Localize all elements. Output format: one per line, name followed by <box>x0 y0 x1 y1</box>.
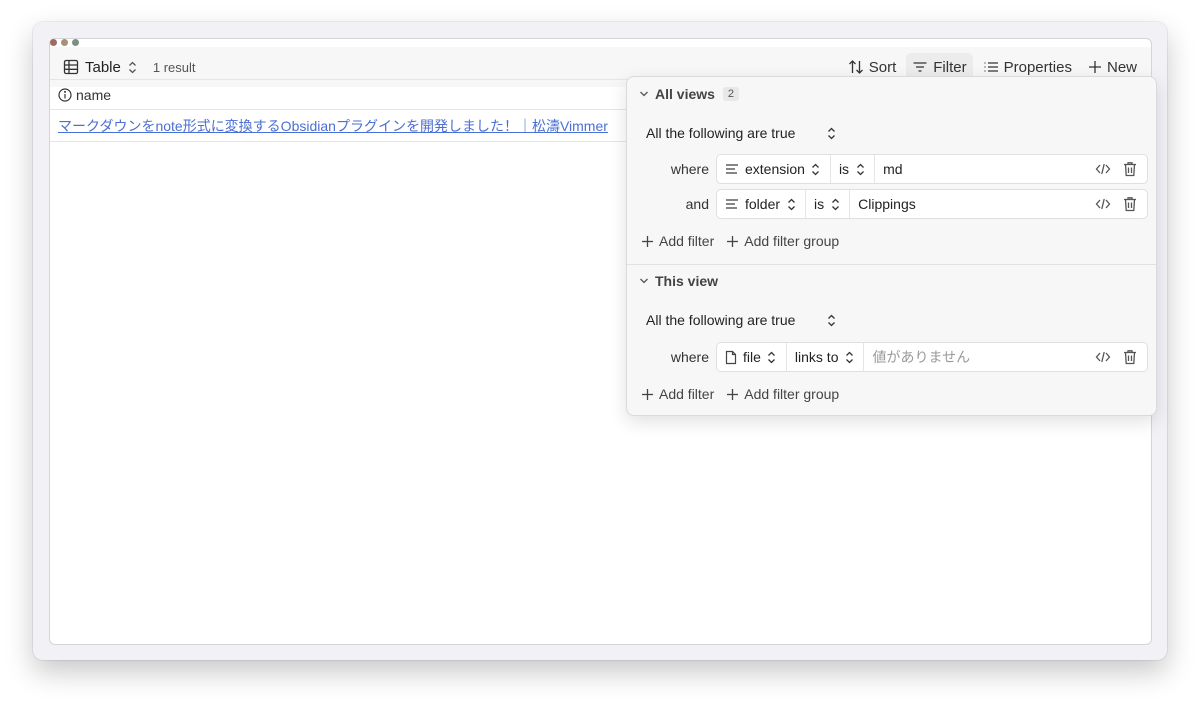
value-field[interactable] <box>864 343 1095 371</box>
property-select[interactable]: extension <box>717 155 831 183</box>
trash-icon[interactable] <box>1123 161 1137 177</box>
add-filter-group-label: Add filter group <box>744 233 840 249</box>
all-views-add-actions: Add filter Add filter group <box>641 233 839 249</box>
code-icon[interactable] <box>1095 162 1111 176</box>
filter-icon <box>912 59 928 75</box>
value-input[interactable] <box>872 349 1087 365</box>
this-view-title: This view <box>655 273 719 289</box>
chevron-up-down-icon <box>854 162 866 176</box>
plus-icon <box>726 235 739 248</box>
filter-row: where file links to <box>627 342 1156 372</box>
property-label: file <box>743 349 761 365</box>
info-icon <box>58 87 72 102</box>
value-field[interactable] <box>850 190 1095 218</box>
chevron-down-icon <box>639 276 649 286</box>
filter-count-badge: 2 <box>722 87 740 101</box>
filter-row: and folder is <box>627 189 1156 219</box>
property-select[interactable]: file <box>717 343 787 371</box>
minimize-window-button[interactable] <box>61 39 68 46</box>
view-switcher[interactable]: Table <box>63 59 139 76</box>
chevron-up-down-icon <box>127 60 139 74</box>
add-filter-group-label: Add filter group <box>744 386 840 402</box>
add-filter-button[interactable]: Add filter <box>641 233 714 249</box>
file-icon <box>725 350 737 365</box>
chevron-up-down-icon <box>825 313 837 327</box>
value-field[interactable] <box>875 155 1095 183</box>
property-label: extension <box>745 161 805 177</box>
filter-actions <box>1095 343 1147 371</box>
table-icon <box>63 59 79 75</box>
plus-icon <box>641 235 654 248</box>
new-label: New <box>1106 58 1137 76</box>
operator-select[interactable]: links to <box>787 343 865 371</box>
filter-expression: extension is <box>716 154 1148 184</box>
chevron-up-down-icon <box>766 350 778 364</box>
filter-row: where extension is <box>627 154 1156 184</box>
operator-label: links to <box>794 349 839 365</box>
text-lines-icon <box>725 163 739 175</box>
filter-keyword: where <box>670 161 709 177</box>
code-icon[interactable] <box>1095 350 1111 364</box>
window-controls <box>50 39 79 46</box>
plus-icon <box>1088 60 1102 74</box>
this-view-section-toggle[interactable]: This view <box>639 273 718 289</box>
trash-icon[interactable] <box>1123 349 1137 365</box>
all-views-title: All views <box>655 86 715 102</box>
filter-actions <box>1095 190 1147 218</box>
close-window-button[interactable] <box>50 39 57 46</box>
view-name: Table <box>85 58 121 76</box>
plus-icon <box>726 388 739 401</box>
add-filter-label: Add filter <box>659 386 715 402</box>
plus-icon <box>641 388 654 401</box>
value-input[interactable] <box>883 161 1087 177</box>
sort-icon <box>848 59 864 75</box>
chevron-down-icon <box>639 89 649 99</box>
filter-actions <box>1095 155 1147 183</box>
value-input[interactable] <box>858 196 1087 212</box>
chevron-up-down-icon <box>825 126 837 140</box>
this-view-add-actions: Add filter Add filter group <box>641 386 839 402</box>
section-divider <box>627 264 1156 265</box>
text-lines-icon <box>725 198 739 210</box>
operator-select[interactable]: is <box>806 190 851 218</box>
this-view-conjunction-select[interactable]: All the following are true <box>646 312 837 328</box>
chevron-up-down-icon <box>810 162 822 176</box>
properties-label: Properties <box>1003 58 1072 76</box>
filter-expression: file links to <box>716 342 1148 372</box>
chevron-up-down-icon <box>829 197 841 211</box>
operator-label: is <box>814 196 825 212</box>
add-filter-label: Add filter <box>659 233 715 249</box>
property-label: folder <box>745 196 781 212</box>
filter-popover: All views 2 All the following are true w… <box>626 76 1157 416</box>
add-filter-group-button[interactable]: Add filter group <box>726 386 839 402</box>
conjunction-label: All the following are true <box>646 312 796 328</box>
result-count: 1 result <box>152 59 196 75</box>
file-link[interactable]: マークダウンをnote形式に変換するObsidianプラグインを開発しました！｜… <box>58 116 608 136</box>
all-views-conjunction-select[interactable]: All the following are true <box>646 125 837 141</box>
property-select[interactable]: folder <box>717 190 807 218</box>
column-header-label: name <box>76 86 112 103</box>
filter-keyword: where <box>670 349 709 365</box>
operator-label: is <box>838 161 850 177</box>
add-filter-button[interactable]: Add filter <box>641 386 714 402</box>
operator-select[interactable]: is <box>831 155 876 183</box>
filter-label: Filter <box>933 58 967 76</box>
add-filter-group-button[interactable]: Add filter group <box>726 233 839 249</box>
filter-keyword: and <box>685 196 709 212</box>
all-views-section-toggle[interactable]: All views 2 <box>639 86 740 102</box>
sort-label: Sort <box>868 58 897 76</box>
code-icon[interactable] <box>1095 197 1111 211</box>
list-icon <box>983 59 999 75</box>
conjunction-label: All the following are true <box>646 125 796 141</box>
filter-expression: folder is <box>716 189 1148 219</box>
zoom-window-button[interactable] <box>72 39 79 46</box>
trash-icon[interactable] <box>1123 196 1137 212</box>
chevron-up-down-icon <box>785 197 797 211</box>
chevron-up-down-icon <box>843 350 855 364</box>
